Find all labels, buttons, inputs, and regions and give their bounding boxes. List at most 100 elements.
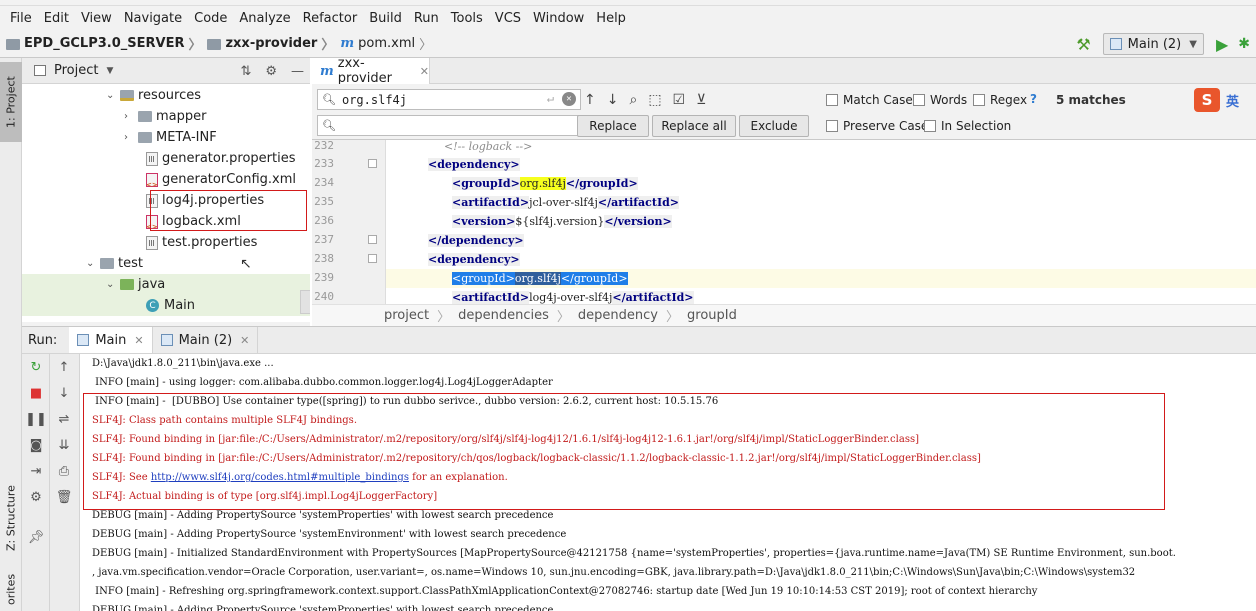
run-configuration-select[interactable]: Main (2) ▼ — [1102, 33, 1204, 55]
chevron-right-icon: › — [124, 132, 128, 143]
fold-marker-icon[interactable] — [368, 159, 377, 168]
pause-icon[interactable]: ❚❚ — [22, 412, 50, 427]
fold-marker-icon[interactable] — [368, 235, 377, 244]
code-line: </dependency> — [428, 234, 524, 247]
print-icon[interactable]: ⎙ — [50, 464, 78, 479]
folder-icon — [138, 132, 152, 143]
match-case-checkbox[interactable]: Match Case — [826, 93, 913, 107]
folder-icon — [100, 258, 114, 269]
project-view-icon — [34, 65, 46, 76]
select-all-occurrences-icon[interactable]: ⬚ — [648, 92, 661, 108]
menu-navigate[interactable]: Navigate — [118, 11, 188, 26]
breadcrumb-module[interactable]: zxx-provider 〉 — [207, 34, 340, 53]
up-icon[interactable]: ↑ — [50, 360, 78, 375]
menu-edit[interactable]: Edit — [38, 11, 75, 26]
add-occurrence-icon[interactable]: ☑ — [673, 92, 686, 108]
project-view-select[interactable]: Project — [54, 63, 98, 78]
words-checkbox[interactable]: Words — [913, 93, 967, 107]
tree-scrollbar[interactable] — [300, 290, 310, 314]
project-tool-tab[interactable]: 1: Project — [0, 62, 22, 142]
menu-build[interactable]: Build — [363, 11, 408, 26]
menu-tools[interactable]: Tools — [445, 11, 489, 26]
down-icon[interactable]: ↓ — [50, 386, 78, 401]
previous-occurrence-icon[interactable]: ↑ — [584, 92, 596, 108]
tree-item-meta-inf[interactable]: › META-INF — [124, 127, 217, 148]
close-icon[interactable]: ✕ — [420, 65, 429, 78]
menu-help[interactable]: Help — [590, 11, 632, 26]
chevron-down-icon: ⌄ — [106, 90, 115, 101]
preserve-case-checkbox[interactable]: Preserve Case — [826, 119, 928, 133]
code-editor[interactable]: <!-- logback --> <dependency> <groupId> o… — [386, 140, 1256, 304]
tree-item-java[interactable]: ⌄ java — [106, 274, 165, 295]
menu-refactor[interactable]: Refactor — [297, 11, 364, 26]
menu-file[interactable]: File — [4, 11, 38, 26]
breadcrumb-file[interactable]: m pom.xml 〉 — [340, 34, 438, 53]
soft-wrap-icon[interactable]: ⇌ — [50, 412, 78, 427]
breadcrumb-project-tag[interactable]: project — [384, 308, 429, 323]
filter-icon[interactable]: ⊻ — [696, 92, 706, 108]
tree-item-resources[interactable]: ⌄ resources — [106, 85, 201, 106]
gear-icon[interactable]: ⚙ — [265, 64, 277, 79]
breadcrumb-groupid-tag[interactable]: groupId — [687, 308, 737, 323]
menu-run[interactable]: Run — [408, 11, 445, 26]
debug-bug-icon[interactable]: ✱ — [1238, 36, 1250, 52]
hide-panel-icon[interactable]: — — [291, 64, 304, 79]
camera-icon[interactable]: ◙ — [22, 438, 50, 453]
code-line: <groupId> org.slf4j </groupId> — [452, 177, 638, 190]
regex-checkbox[interactable]: Regex — [973, 93, 1027, 107]
editor-breadcrumb: project 〉 dependencies 〉 dependency 〉 group… — [312, 304, 1256, 326]
clear-icon[interactable]: ✕ — [562, 92, 576, 106]
breadcrumb-dependencies-tag[interactable]: dependencies — [458, 308, 549, 323]
next-occurrence-icon[interactable]: ↓ — [607, 92, 619, 108]
run-play-icon[interactable]: ▶ — [1216, 35, 1228, 54]
tree-item-generator-properties[interactable]: generator.properties — [146, 148, 295, 169]
restore-layout-icon[interactable]: ⇥ — [22, 464, 50, 479]
settings-icon[interactable]: ⚙ — [22, 490, 50, 505]
collapse-all-icon[interactable]: ⇅ — [240, 64, 251, 79]
line-number: 238 — [314, 252, 334, 265]
input-method-indicator[interactable]: S 英 — [1194, 88, 1239, 112]
menu-analyze[interactable]: Analyze — [233, 11, 296, 26]
console-output[interactable]: D:\Java\jdk1.8.0_211\bin\java.exe ... IN… — [80, 354, 1256, 611]
menu-vcs[interactable]: VCS — [489, 11, 527, 26]
search-input[interactable]: 🔍︎ org.slf4j ↵ ✕ — [317, 89, 581, 110]
menu-window[interactable]: Window — [527, 11, 590, 26]
tree-item-test-properties[interactable]: test.properties — [146, 232, 257, 253]
build-hammer-icon[interactable]: ⚒ — [1076, 35, 1090, 54]
fold-marker-icon[interactable] — [368, 254, 377, 263]
replace-button[interactable]: Replace — [577, 115, 649, 137]
tree-item-test[interactable]: ⌄ test — [86, 253, 143, 274]
regex-help-icon[interactable]: ? — [1030, 92, 1037, 106]
menu-code[interactable]: Code — [188, 11, 233, 26]
rerun-icon[interactable]: ↻ — [22, 360, 50, 375]
scroll-to-end-icon[interactable]: ⇊ — [50, 438, 78, 453]
replace-all-button[interactable]: Replace all — [652, 115, 736, 137]
tree-item-main-class[interactable]: C Main — [146, 295, 195, 316]
structure-tool-tab[interactable]: Z: Structure — [0, 478, 22, 558]
newline-icon[interactable]: ↵ — [547, 91, 554, 105]
chevron-down-icon[interactable]: ▼ — [106, 66, 113, 76]
application-icon — [1109, 38, 1122, 50]
close-icon[interactable]: ✕ — [240, 334, 249, 347]
run-tab-main[interactable]: Main ✕ — [69, 327, 153, 353]
in-selection-checkbox[interactable]: In Selection — [924, 119, 1011, 133]
find-all-icon[interactable]: ⌕ — [629, 92, 637, 108]
run-tab-main-2[interactable]: Main (2) ✕ — [153, 327, 259, 353]
exclude-button[interactable]: Exclude — [739, 115, 809, 137]
run-toolbar-primary: ↻ ■ ❚❚ ◙ ⇥ ⚙ 📌︎ — [22, 354, 50, 611]
close-icon[interactable]: ✕ — [134, 334, 143, 347]
console-line: , java.vm.specification.vendor=Oracle Co… — [92, 567, 1136, 578]
stop-icon[interactable]: ■ — [22, 386, 50, 401]
tree-item-mapper[interactable]: › mapper — [124, 106, 206, 127]
tree-item-generator-config[interactable]: generatorConfig.xml — [146, 169, 296, 190]
breadcrumb-dependency-tag[interactable]: dependency — [578, 308, 658, 323]
breadcrumb-project[interactable]: EPD_GCLP3.0_SERVER 〉 — [0, 34, 207, 53]
chevron-down-icon: ⌄ — [106, 279, 115, 290]
editor-tab-pom[interactable]: m zxx-provider ✕ — [312, 56, 430, 86]
menu-view[interactable]: View — [75, 11, 118, 26]
replace-input[interactable]: 🔍︎ — [317, 115, 581, 136]
trash-icon[interactable]: 🗑︎ — [50, 490, 78, 505]
search-match: org.slf4j — [519, 177, 566, 190]
favorites-tool-tab[interactable]: orites — [0, 568, 22, 611]
pin-icon[interactable]: 📌︎ — [22, 530, 50, 545]
